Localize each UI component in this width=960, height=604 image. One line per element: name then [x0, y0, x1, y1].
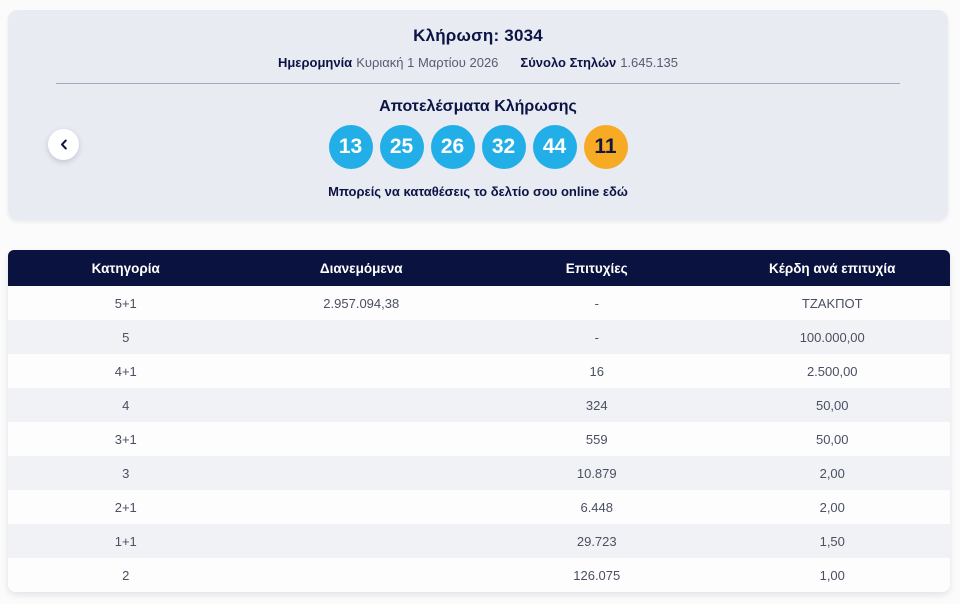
cell-distributed [244, 524, 480, 558]
cell-winners: - [594, 295, 599, 311]
number-ball: 44 [532, 125, 577, 169]
total-columns-label: Σύνολο Στηλών [520, 55, 617, 70]
table-row: 4+1 16 2.500,00 [8, 354, 950, 388]
cell-prize: 1,00 [819, 567, 845, 583]
table-row: 2+1 6.448 2,00 [8, 490, 950, 524]
cell-category: 3 [122, 465, 130, 481]
cell-distributed [244, 320, 480, 354]
header-winners: Επιτυχίες [479, 250, 715, 286]
prize-table-card: Κατηγορία Διανεμόμενα Επιτυχίες Κέρδη αν… [8, 250, 950, 592]
cell-prize: 2,00 [819, 499, 845, 515]
cell-category: 3+1 [114, 431, 137, 447]
bonus-number-ball: 11 [583, 125, 628, 169]
draw-date-label: Ημερομηνία [277, 55, 353, 70]
cell-winners: 29.723 [576, 533, 617, 549]
cell-prize: 1,50 [819, 533, 845, 549]
cell-prize: 50,00 [815, 397, 849, 413]
previous-draw-button[interactable] [48, 129, 79, 160]
table-row: 3+1 559 50,00 [8, 422, 950, 456]
cell-prize: 2.500,00 [806, 363, 858, 379]
number-ball: 26 [430, 125, 475, 169]
draw-date: Ημερομηνία Κυριακή 1 Μαρτίου 2026 [278, 55, 498, 70]
cell-category: 5 [122, 329, 130, 345]
table-row: 4 324 50,00 [8, 388, 950, 422]
cell-category: 1+1 [114, 533, 137, 549]
cell-distributed [244, 490, 480, 524]
cell-distributed [244, 354, 480, 388]
draw-meta: Ημερομηνία Κυριακή 1 Μαρτίου 2026 Σύνολο … [8, 55, 948, 70]
divider [56, 83, 900, 84]
table-row: 5+1 2.957.094,38 - ΤΖΑΚΠΟΤ [8, 286, 950, 320]
number-ball: 13 [328, 125, 373, 169]
prize-table: Κατηγορία Διανεμόμενα Επιτυχίες Κέρδη αν… [8, 250, 950, 592]
cell-prize: ΤΖΑΚΠΟΤ [801, 295, 863, 311]
cell-category: 4+1 [114, 363, 137, 379]
cell-winners: 6.448 [580, 499, 614, 515]
total-columns-value: 1.645.135 [620, 55, 679, 70]
cell-prize: 100.000,00 [799, 329, 865, 345]
number-ball: 32 [481, 125, 526, 169]
total-columns: Σύνολο Στηλών 1.645.135 [520, 55, 678, 70]
header-distributed: Διανεμόμενα [243, 250, 479, 286]
chevron-left-icon [59, 139, 69, 150]
deposit-online-link[interactable]: Μπορείς να καταθέσεις το δελτίο σου onli… [328, 184, 628, 199]
cell-distributed: 2.957.094,38 [323, 295, 400, 311]
header-category: Κατηγορία [8, 250, 244, 286]
winning-numbers: 13 25 26 32 44 11 [8, 125, 948, 169]
table-row: 5 - 100.000,00 [8, 320, 950, 354]
cell-winners: 126.075 [573, 567, 621, 583]
results-heading: Αποτελέσματα Κλήρωσης [379, 98, 577, 115]
table-row: 2 126.075 1,00 [8, 558, 950, 592]
cell-category: 2+1 [114, 499, 137, 515]
number-ball: 25 [379, 125, 424, 169]
cell-distributed [244, 422, 480, 456]
cell-category: 5+1 [114, 295, 137, 311]
table-row: 3 10.879 2,00 [8, 456, 950, 490]
prize-table-body: 5+1 2.957.094,38 - ΤΖΑΚΠΟΤ 5 - 100.000,00 4+1 16… [8, 286, 950, 592]
prize-table-header: Κατηγορία Διανεμόμενα Επιτυχίες Κέρδη αν… [8, 250, 950, 286]
header-prize: Κέρδη ανά επιτυχία [714, 250, 950, 286]
cell-winners: 16 [589, 363, 604, 379]
draw-date-value: Κυριακή 1 Μαρτίου 2026 [356, 55, 499, 70]
cell-category: 4 [122, 397, 130, 413]
cell-distributed [244, 558, 480, 592]
cell-distributed [244, 388, 480, 422]
draw-results-card: Κλήρωση: 3034 Ημερομηνία Κυριακή 1 Μαρτίο… [8, 10, 948, 220]
cell-category: 2 [122, 567, 130, 583]
table-row: 1+1 29.723 1,50 [8, 524, 950, 558]
cell-prize: 2,00 [819, 465, 845, 481]
cell-winners: 324 [585, 397, 608, 413]
cell-winners: 10.879 [576, 465, 617, 481]
draw-title: Κλήρωση: 3034 [413, 26, 543, 45]
cell-winners: - [594, 329, 599, 345]
cell-winners: 559 [585, 431, 608, 447]
cell-distributed [244, 456, 480, 490]
cell-prize: 50,00 [815, 431, 849, 447]
